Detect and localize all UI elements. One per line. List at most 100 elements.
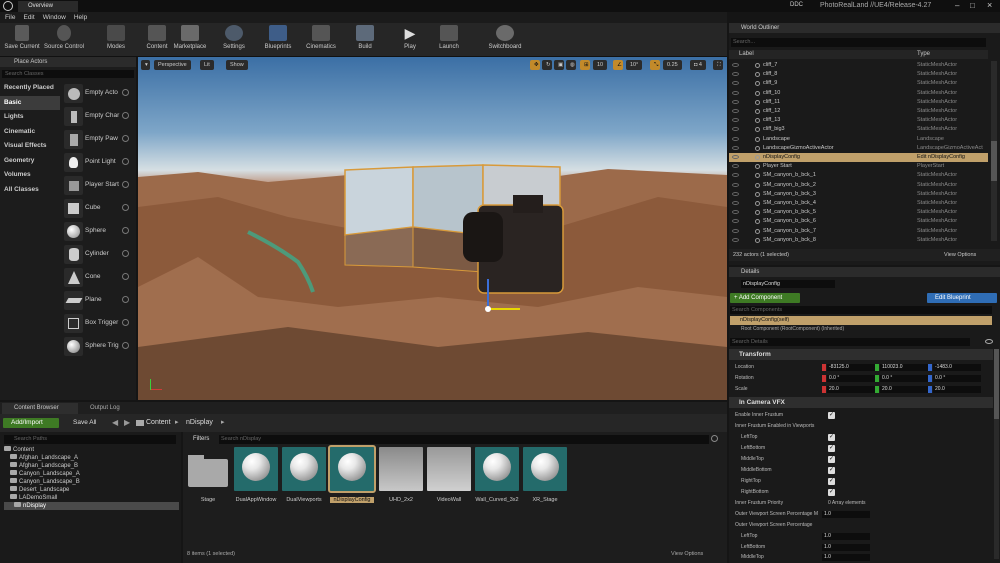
outliner-row[interactable]: SM_canyon_b_bck_1 StaticMeshActor: [729, 171, 988, 180]
outliner-row[interactable]: SM_canyon_b_bck_5 StaticMeshActor: [729, 208, 988, 217]
play-button[interactable]: ▶ Play: [388, 25, 432, 50]
minimize-icon[interactable]: –: [955, 1, 959, 10]
outliner-row[interactable]: cliff_10 StaticMeshActor: [729, 89, 988, 98]
save-current-button[interactable]: Save Current: [0, 25, 44, 50]
info-icon[interactable]: [122, 158, 129, 165]
eye-icon[interactable]: [732, 81, 739, 86]
search-icon[interactable]: [711, 435, 718, 442]
outliner-row[interactable]: Landscape Landscape: [729, 135, 988, 144]
launch-button[interactable]: Launch: [427, 25, 471, 50]
eye-icon[interactable]: [732, 219, 739, 224]
outliner-row[interactable]: nDisplayConfig Edit nDisplayConfig: [729, 153, 988, 162]
back-arrow-icon[interactable]: ◀: [112, 418, 118, 427]
actor-empty-character[interactable]: Empty Char: [62, 105, 134, 127]
column-type[interactable]: Type: [917, 50, 930, 59]
eye-icon[interactable]: [732, 164, 739, 169]
category-basic[interactable]: Basic: [0, 95, 60, 110]
outliner-row[interactable]: Player Start PlayerStart: [729, 162, 988, 171]
info-icon[interactable]: [122, 319, 129, 326]
scale-snap-value[interactable]: 0.25: [663, 60, 682, 70]
grid-snap-value[interactable]: 10: [593, 60, 608, 70]
asset-xr-stage[interactable]: XR_Stage: [523, 447, 567, 503]
asset-uhd-2x2[interactable]: UHD_2x2: [379, 447, 423, 503]
root-component-row[interactable]: Root Component (RootComponent) (Inherite…: [741, 325, 991, 334]
rotation-z-field[interactable]: 0.0 °: [933, 375, 981, 382]
viewport-middletop-checkbox[interactable]: ✓: [828, 456, 835, 463]
scale-snap-button[interactable]: ⤡: [650, 60, 660, 70]
location-x-field[interactable]: -83125.0: [827, 364, 875, 371]
rotation-x-field[interactable]: 0.0 °: [827, 375, 875, 382]
eye-icon[interactable]: [732, 182, 739, 187]
asset-dualviewports[interactable]: DualViewports: [282, 447, 326, 503]
settings-button[interactable]: Settings: [212, 25, 256, 50]
actor-sphere[interactable]: Sphere: [62, 220, 134, 242]
outliner-row[interactable]: SM_canyon_b_bck_2 StaticMeshActor: [729, 181, 988, 190]
viewport-menu-button[interactable]: ▾: [141, 60, 150, 70]
rotation-snap-value[interactable]: 10°: [626, 60, 643, 70]
build-button[interactable]: Build: [343, 25, 387, 50]
eye-icon[interactable]: [732, 63, 739, 67]
outliner-row[interactable]: cliff_9 StaticMeshActor: [729, 79, 988, 88]
actor-cube[interactable]: Cube: [62, 197, 134, 219]
viewport-righttop-checkbox[interactable]: ✓: [828, 478, 835, 485]
search-details-input[interactable]: Search Details: [730, 338, 970, 346]
eye-icon[interactable]: [732, 228, 739, 233]
forward-arrow-icon[interactable]: ▶: [124, 418, 130, 427]
menu-file[interactable]: File: [5, 14, 15, 21]
camera-mesh[interactable]: [463, 195, 564, 294]
eye-icon[interactable]: [732, 191, 739, 196]
show-button[interactable]: Show: [226, 60, 248, 70]
marketplace-button[interactable]: Marketplace: [168, 25, 212, 50]
eye-icon[interactable]: [732, 127, 739, 132]
details-scrollbar[interactable]: [994, 349, 999, 559]
outliner-row[interactable]: SM_canyon_b_bck_7 StaticMeshActor: [729, 227, 988, 236]
inner-frustum-priority-label[interactable]: Inner Frustum Priority: [735, 500, 783, 506]
search-components-input[interactable]: Search Components: [730, 306, 992, 314]
eye-icon[interactable]: [985, 339, 993, 344]
tree-item-canyon-a[interactable]: Canyon_Landscape_A: [10, 470, 185, 478]
details-tab[interactable]: Details: [729, 267, 1000, 277]
eye-icon[interactable]: [732, 145, 739, 150]
category-all-classes[interactable]: All Classes: [0, 183, 60, 198]
actor-cylinder[interactable]: Cylinder: [62, 243, 134, 265]
info-icon[interactable]: [122, 135, 129, 142]
place-actors-tab[interactable]: Place Actors: [0, 57, 136, 67]
rotation-snap-button[interactable]: ∠: [613, 60, 623, 70]
info-icon[interactable]: [122, 204, 129, 211]
rotation-y-field[interactable]: 0.0 °: [880, 375, 928, 382]
viewport-leftbottom-checkbox[interactable]: ✓: [828, 445, 835, 452]
info-icon[interactable]: [122, 273, 129, 280]
surface-snap-button[interactable]: ⊞: [580, 60, 590, 70]
close-icon[interactable]: ×: [987, 0, 992, 10]
category-cinematic[interactable]: Cinematic: [0, 125, 60, 140]
breadcrumb-ndisplay[interactable]: nDisplay: [186, 419, 213, 426]
scale-z-field[interactable]: 20.0: [933, 386, 981, 393]
location-y-field[interactable]: 110023.0: [880, 364, 928, 371]
search-classes-input[interactable]: Search Classes: [2, 70, 134, 78]
maximize-viewport-button[interactable]: ⛶: [713, 60, 723, 70]
info-icon[interactable]: [122, 181, 129, 188]
menu-edit[interactable]: Edit: [23, 14, 34, 21]
perspective-button[interactable]: Perspective: [154, 60, 191, 70]
outer-leftbottom-field[interactable]: 1.0: [822, 544, 870, 551]
transform-section[interactable]: Transform: [729, 349, 993, 360]
camera-speed-button[interactable]: ◘ 4: [690, 60, 706, 70]
eye-icon[interactable]: [732, 72, 739, 77]
translate-tool-button[interactable]: ✥: [530, 60, 540, 70]
actor-point-light[interactable]: Point Light: [62, 151, 134, 173]
category-volumes[interactable]: Volumes: [0, 168, 60, 183]
eye-icon[interactable]: [732, 90, 739, 95]
tree-item-ndisplay[interactable]: nDisplay: [4, 502, 179, 510]
switchboard-button[interactable]: Switchboard: [480, 25, 530, 50]
info-icon[interactable]: [122, 296, 129, 303]
in-camera-vfx-section[interactable]: In Camera VFX: [729, 397, 993, 408]
lit-button[interactable]: Lit: [200, 60, 214, 70]
viewport-rightbottom-checkbox[interactable]: ✓: [828, 489, 835, 496]
rotate-tool-button[interactable]: ↻: [542, 60, 552, 70]
eye-icon[interactable]: [732, 237, 739, 242]
outliner-row[interactable]: SM_canyon_b_bck_3 StaticMeshActor: [729, 190, 988, 199]
cinematics-button[interactable]: Cinematics: [299, 25, 343, 50]
outliner-row[interactable]: cliff_12 StaticMeshActor: [729, 107, 988, 116]
scale-x-field[interactable]: 20.0: [827, 386, 875, 393]
world-outliner-tab[interactable]: World Outliner: [729, 23, 1000, 33]
